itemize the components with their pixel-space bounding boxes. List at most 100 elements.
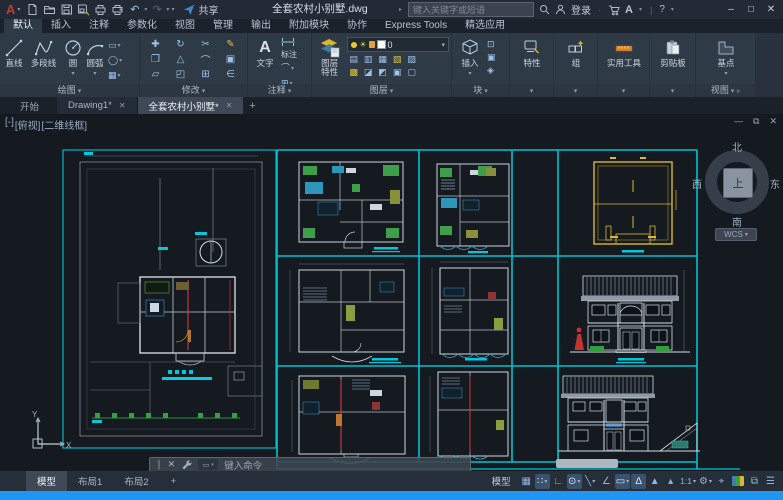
circle-button[interactable]: 圆 bbox=[62, 35, 84, 84]
stretch-button[interactable]: ▱ bbox=[152, 69, 160, 80]
line-button[interactable]: 直线 bbox=[3, 35, 25, 84]
save-button[interactable] bbox=[58, 2, 75, 17]
customize-menu-button[interactable]: ☰ bbox=[763, 474, 778, 489]
floor-plan-d[interactable] bbox=[432, 262, 508, 361]
visual-style-button[interactable]: [二维线框] bbox=[41, 117, 87, 132]
ribbon-tab-annotate[interactable]: 注释 bbox=[80, 19, 118, 33]
customize-wrench-icon[interactable] bbox=[181, 459, 192, 470]
edit-block-button[interactable]: ▣ bbox=[487, 52, 496, 63]
annotation-autoscale-toggle[interactable]: ▲ bbox=[647, 474, 662, 489]
ribbon-tab-addins[interactable]: 附加模块 bbox=[280, 19, 338, 33]
isometric-drafting-toggle[interactable]: ╲ bbox=[583, 474, 598, 489]
annotation-visibility-toggle[interactable]: ∆ bbox=[631, 474, 646, 489]
viewport-menu-button[interactable]: [-] bbox=[5, 117, 14, 132]
insert-block-button[interactable]: 插入 bbox=[455, 35, 485, 84]
explode-button[interactable]: ▣ bbox=[226, 54, 235, 65]
rotate-button[interactable]: ↻ bbox=[176, 39, 184, 50]
doc-minimize-button[interactable]: — bbox=[734, 116, 743, 127]
autodesk-apps-button[interactable]: A bbox=[625, 4, 633, 16]
search-icon[interactable] bbox=[539, 4, 550, 15]
ellipse-caret-icon[interactable] bbox=[118, 54, 122, 67]
floor-plan-c[interactable] bbox=[290, 264, 404, 363]
command-line[interactable]: ║ ✕ ▭ 键入命令 bbox=[149, 457, 471, 471]
ribbon-tab-express-tools[interactable]: Express Tools bbox=[376, 19, 456, 33]
block-panel-label[interactable]: 块 bbox=[452, 84, 509, 97]
rectangle-tool-button[interactable]: ▭ bbox=[108, 39, 122, 52]
arc-button[interactable]: 圆弧 bbox=[84, 35, 106, 84]
layer-tool-unlock[interactable]: ◩ bbox=[378, 66, 387, 79]
text-button[interactable]: A 文字 bbox=[251, 35, 279, 84]
layer-tool-walk[interactable]: ▢ bbox=[407, 66, 416, 79]
command-close-icon[interactable]: ✕ bbox=[168, 459, 176, 470]
snap-toggle[interactable]: ∷ bbox=[535, 474, 550, 489]
floor-plan-furnished-b[interactable] bbox=[437, 164, 509, 253]
utilities-panel-caret[interactable] bbox=[598, 84, 649, 97]
drawing-area[interactable]: Y X [-] [俯视] [二维线框] — ⧉ ✕ 上 北 南 西 东 WCS … bbox=[0, 114, 783, 471]
modify-panel-label[interactable]: 修改 bbox=[140, 84, 247, 97]
layer-on-bulb-icon[interactable] bbox=[351, 42, 357, 48]
block-attributes-button[interactable]: ◈ bbox=[487, 65, 496, 76]
view-panel-label[interactable]: 视图 bbox=[696, 84, 755, 97]
group-button[interactable]: 组 bbox=[557, 35, 595, 84]
properties-button[interactable]: 特性 bbox=[513, 35, 551, 84]
copy-button[interactable]: ❐ bbox=[151, 54, 160, 65]
array-button[interactable]: ⊞ bbox=[201, 69, 209, 80]
floor-plan-f[interactable] bbox=[430, 372, 508, 459]
search-input[interactable] bbox=[408, 2, 534, 17]
new-drawing-tab-button[interactable]: + bbox=[243, 97, 261, 114]
clipboard-panel-caret[interactable] bbox=[650, 84, 695, 97]
leader-button[interactable]: ⌒ bbox=[281, 62, 297, 75]
hatch-caret-icon[interactable] bbox=[117, 69, 121, 82]
layer-tool-thaw[interactable]: ◪ bbox=[364, 66, 373, 79]
front-elevation[interactable] bbox=[570, 270, 690, 363]
move-button[interactable]: ✚ bbox=[151, 39, 159, 50]
maximize-button[interactable]: □ bbox=[741, 0, 761, 19]
print-button[interactable] bbox=[109, 2, 126, 17]
circle-flyout-caret-icon[interactable] bbox=[71, 68, 74, 79]
help-caret-icon[interactable]: ▾ bbox=[671, 6, 674, 13]
redo-button[interactable]: ↷ bbox=[148, 2, 165, 17]
user-icon[interactable] bbox=[555, 4, 566, 15]
base-point-button[interactable]: 基点 bbox=[704, 35, 748, 84]
search-collapse-icon[interactable]: ▸ bbox=[399, 6, 402, 13]
clean-screen-toggle[interactable]: ⧉ bbox=[747, 474, 762, 489]
undo-caret-icon[interactable]: ▾ bbox=[144, 6, 147, 13]
doc-restore-button[interactable]: ⧉ bbox=[753, 116, 759, 127]
tab-close-icon[interactable]: ✕ bbox=[226, 101, 233, 110]
scale-button[interactable]: ◰ bbox=[176, 69, 185, 80]
workspace-switching[interactable]: ⚙ bbox=[698, 474, 713, 489]
ribbon-tab-output[interactable]: 输出 bbox=[242, 19, 280, 33]
layer-tool-off[interactable]: ▤ bbox=[349, 53, 358, 66]
plot-button[interactable] bbox=[92, 2, 109, 17]
viewcube-east[interactable]: 东 bbox=[770, 176, 780, 191]
view-direction-button[interactable]: [俯视] bbox=[15, 117, 41, 132]
viewcube[interactable]: 上 北 南 西 东 WCS bbox=[701, 140, 773, 236]
layer-tool-freeze[interactable]: ▦ bbox=[378, 53, 387, 66]
open-button[interactable] bbox=[41, 2, 58, 17]
layer-tool-isolate[interactable]: ▥ bbox=[364, 53, 373, 66]
hatch-tool-button[interactable]: ▦ bbox=[108, 69, 122, 82]
command-grip-icon[interactable]: ║ bbox=[156, 460, 162, 469]
erase-button[interactable]: ✎ bbox=[226, 39, 234, 50]
graphics-performance-icon[interactable] bbox=[732, 476, 744, 486]
isolate-objects-toggle[interactable]: ⌖ bbox=[714, 474, 729, 489]
layer-dropdown-caret-icon[interactable]: ▾ bbox=[441, 41, 445, 49]
doc-close-button[interactable]: ✕ bbox=[769, 116, 777, 127]
new-layout-button[interactable]: + bbox=[160, 471, 188, 491]
insert-flyout-caret-icon[interactable] bbox=[468, 68, 471, 79]
annotation-panel-label[interactable]: 注释 bbox=[248, 84, 311, 97]
share-button[interactable]: 共享 bbox=[183, 2, 218, 17]
app-logo[interactable]: A bbox=[6, 0, 15, 19]
new-button[interactable] bbox=[24, 2, 41, 17]
ribbon-tab-manage[interactable]: 管理 bbox=[204, 19, 242, 33]
layer-tool-match[interactable]: ▨ bbox=[407, 53, 416, 66]
draw-panel-label[interactable]: 绘图 bbox=[0, 84, 139, 97]
model-space-toggle[interactable]: 模型 bbox=[492, 474, 511, 488]
help-button[interactable]: ? bbox=[659, 4, 665, 15]
floor-plan-furnished-a[interactable] bbox=[299, 162, 403, 252]
app-menu-caret-icon[interactable]: ▾ bbox=[17, 6, 20, 13]
app-store-cart-icon[interactable] bbox=[608, 4, 620, 16]
layout1-tab[interactable]: 布局1 bbox=[67, 471, 113, 491]
site-plan[interactable] bbox=[63, 150, 276, 448]
ribbon-tab-collaborate[interactable]: 协作 bbox=[338, 19, 376, 33]
